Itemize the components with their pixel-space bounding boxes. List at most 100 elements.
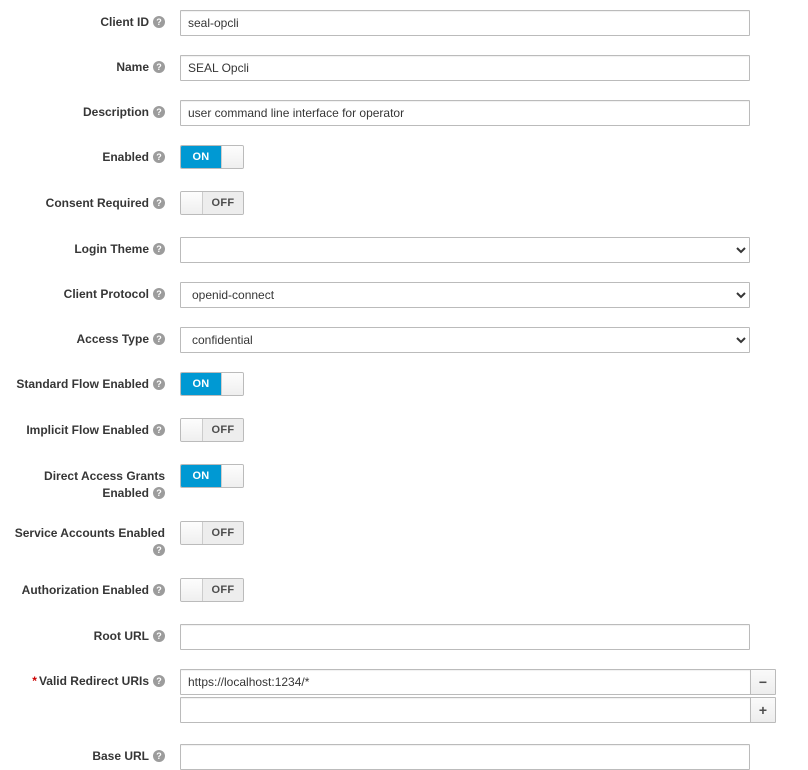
toggle-handle[interactable] — [221, 465, 243, 487]
label-text: Login Theme — [74, 242, 149, 256]
field-control-valid-redirect-uris: −+ — [180, 669, 808, 725]
redirect-uri-input[interactable] — [180, 669, 751, 695]
field-control-authorization-enabled: OFF — [180, 578, 808, 605]
toggle-state-label: OFF — [203, 419, 243, 441]
field-control-description — [180, 100, 808, 126]
field-control-name — [180, 55, 808, 81]
redirect-uri-row: − — [180, 669, 776, 695]
field-control-client-id — [180, 10, 808, 36]
toggle-handle[interactable] — [221, 373, 243, 395]
add-redirect-uri-button[interactable]: + — [750, 697, 776, 723]
label-text: Access Type — [76, 332, 150, 346]
field-label-consent-required: Consent Required? — [0, 191, 180, 212]
form-row-consent-required: Consent Required? OFF — [0, 191, 808, 218]
form-row-root-url: Root URL? — [0, 624, 808, 650]
help-icon[interactable]: ? — [153, 243, 165, 255]
toggle-handle[interactable] — [181, 419, 203, 441]
field-control-service-accounts-enabled: OFF — [180, 521, 808, 548]
form-row-client-id: Client ID? — [0, 10, 808, 36]
field-label-valid-redirect-uris: * Valid Redirect URIs? — [0, 669, 180, 690]
service-accounts-enabled-toggle[interactable]: OFF — [180, 521, 244, 545]
label-text: Client Protocol — [63, 287, 149, 301]
help-icon[interactable]: ? — [153, 544, 165, 556]
redirect-uri-row: + — [180, 697, 776, 723]
field-label-login-theme: Login Theme? — [0, 237, 180, 258]
toggle-handle[interactable] — [221, 146, 243, 168]
form-row-base-url: Base URL? — [0, 744, 808, 770]
root-url-input[interactable] — [180, 624, 750, 650]
enabled-toggle[interactable]: ON — [180, 145, 244, 169]
field-label-base-url: Base URL? — [0, 744, 180, 765]
toggle-state-label: OFF — [203, 579, 243, 601]
authorization-enabled-toggle[interactable]: OFF — [180, 578, 244, 602]
login-theme-select[interactable]: basekeycloak — [180, 237, 750, 263]
redirect-uri-input[interactable] — [180, 697, 751, 723]
field-label-name: Name? — [0, 55, 180, 76]
field-control-direct-access-grants-enabled: ON — [180, 464, 808, 491]
form-row-login-theme: Login Theme?basekeycloak — [0, 237, 808, 263]
help-icon[interactable]: ? — [153, 424, 165, 436]
help-icon[interactable]: ? — [153, 750, 165, 762]
form-row-authorization-enabled: Authorization Enabled? OFF — [0, 578, 808, 605]
consent-required-toggle[interactable]: OFF — [180, 191, 244, 215]
field-control-enabled: ON — [180, 145, 808, 172]
help-icon[interactable]: ? — [153, 378, 165, 390]
help-icon[interactable]: ? — [153, 106, 165, 118]
field-label-description: Description? — [0, 100, 180, 121]
toggle-state-label: OFF — [203, 522, 243, 544]
standard-flow-enabled-toggle[interactable]: ON — [180, 372, 244, 396]
field-control-login-theme: basekeycloak — [180, 237, 808, 263]
field-label-client-id: Client ID? — [0, 10, 180, 31]
label-text: Description — [82, 105, 149, 119]
form-row-service-accounts-enabled: Service Accounts Enabled? OFF — [0, 521, 808, 559]
form-row-valid-redirect-uris: *Valid Redirect URIs?−+ — [0, 669, 808, 725]
toggle-handle[interactable] — [181, 579, 203, 601]
label-text: Valid Redirect URIs — [38, 674, 149, 688]
remove-redirect-uri-button[interactable]: − — [750, 669, 776, 695]
client-settings-form: Client ID? Name? Description? Enabled? ON Con… — [0, 0, 808, 770]
form-row-standard-flow-enabled: Standard Flow Enabled? ON — [0, 372, 808, 399]
label-text: Consent Required — [45, 196, 149, 210]
help-icon[interactable]: ? — [153, 288, 165, 300]
field-label-standard-flow-enabled: Standard Flow Enabled? — [0, 372, 180, 393]
field-control-standard-flow-enabled: ON — [180, 372, 808, 399]
access-type-select[interactable]: confidentialpublicbearer-only — [180, 327, 750, 353]
help-icon[interactable]: ? — [153, 584, 165, 596]
field-control-implicit-flow-enabled: OFF — [180, 418, 808, 445]
form-row-access-type: Access Type? confidentialpublicbearer-onl… — [0, 327, 808, 353]
toggle-handle[interactable] — [181, 522, 203, 544]
form-row-implicit-flow-enabled: Implicit Flow Enabled? OFF — [0, 418, 808, 445]
name-input[interactable] — [180, 55, 750, 81]
field-control-access-type: confidentialpublicbearer-only — [180, 327, 808, 353]
field-label-root-url: Root URL? — [0, 624, 180, 645]
label-text: Service Accounts Enabled — [14, 526, 165, 540]
toggle-state-label: ON — [181, 373, 221, 395]
base-url-input[interactable] — [180, 744, 750, 770]
toggle-handle[interactable] — [181, 192, 203, 214]
label-text: Enabled — [102, 150, 149, 164]
help-icon[interactable]: ? — [153, 675, 165, 687]
help-icon[interactable]: ? — [153, 61, 165, 73]
client-id-input[interactable] — [180, 10, 750, 36]
help-icon[interactable]: ? — [153, 197, 165, 209]
field-label-authorization-enabled: Authorization Enabled? — [0, 578, 180, 599]
label-text: Implicit Flow Enabled — [26, 423, 149, 437]
toggle-state-label: ON — [181, 465, 221, 487]
help-icon[interactable]: ? — [153, 151, 165, 163]
field-control-client-protocol: openid-connectsaml — [180, 282, 808, 308]
help-icon[interactable]: ? — [153, 333, 165, 345]
required-marker: * — [32, 674, 37, 688]
help-icon[interactable]: ? — [153, 16, 165, 28]
form-row-name: Name? — [0, 55, 808, 81]
field-label-implicit-flow-enabled: Implicit Flow Enabled? — [0, 418, 180, 439]
label-text: Standard Flow Enabled — [16, 377, 149, 391]
help-icon[interactable]: ? — [153, 630, 165, 642]
field-control-root-url — [180, 624, 808, 650]
implicit-flow-enabled-toggle[interactable]: OFF — [180, 418, 244, 442]
direct-access-grants-enabled-toggle[interactable]: ON — [180, 464, 244, 488]
client-protocol-select[interactable]: openid-connectsaml — [180, 282, 750, 308]
field-label-client-protocol: Client Protocol? — [0, 282, 180, 303]
help-icon[interactable]: ? — [153, 487, 165, 499]
toggle-state-label: ON — [181, 146, 221, 168]
description-input[interactable] — [180, 100, 750, 126]
